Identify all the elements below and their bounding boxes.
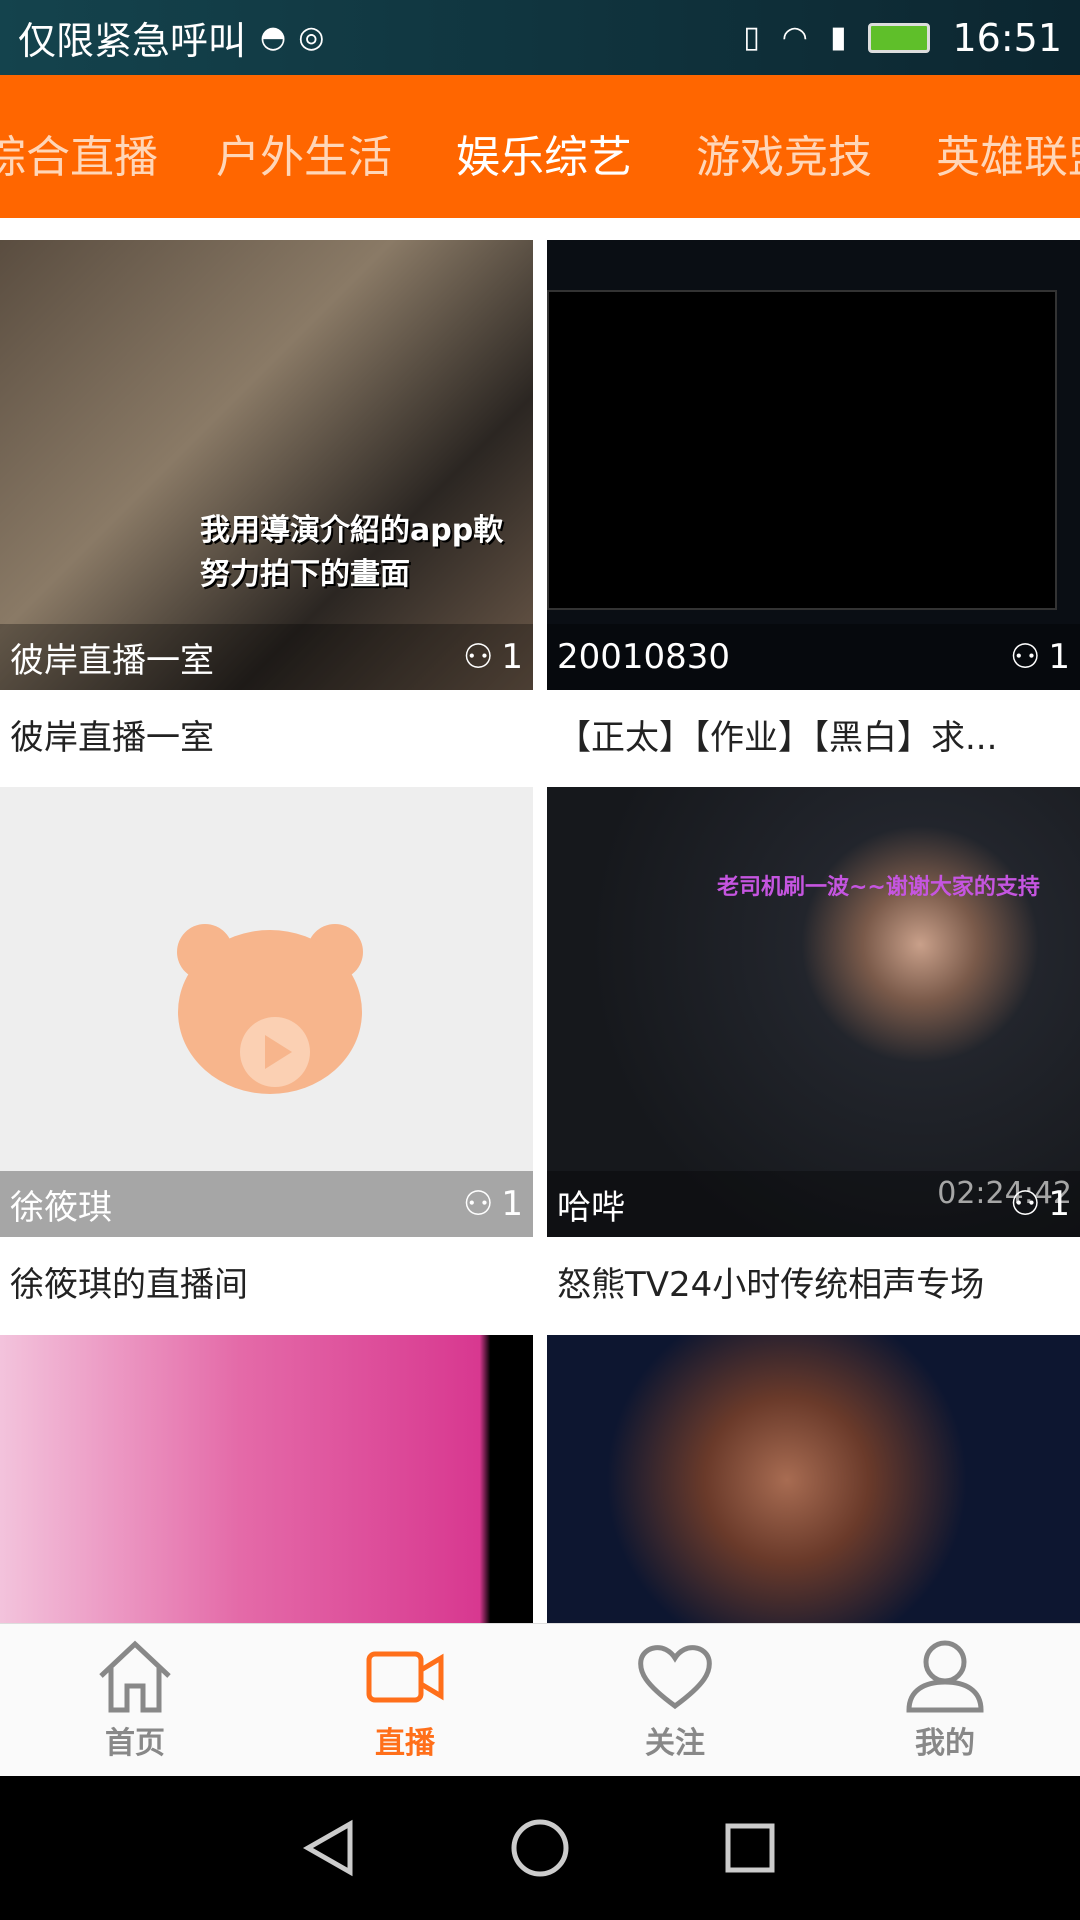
viewers-icon: ⚇ [1009,1184,1041,1224]
home-circle-icon[interactable] [510,1818,570,1878]
viewer-count: 1 [501,1184,523,1224]
viewers-icon: ⚇ [462,1184,494,1224]
system-nav-bar [0,1776,1080,1920]
nav-label: 我的 [915,1726,975,1761]
nav-home[interactable]: 首页 [0,1624,270,1776]
streamer-name: 哈哔 [557,1187,625,1228]
wifi-icon: ◠ [781,20,808,55]
sim-icon: ▮ [829,20,847,55]
nav-label: 关注 [645,1726,705,1761]
streamer-name: 彼岸直播一室 [10,640,214,681]
tab-英雄联盟[interactable]: 英雄联盟 [936,121,1080,185]
stream-thumbnail: 20010830 ⚇ 1 [547,240,1080,690]
sync-icon: ◎ [298,20,325,55]
viewer-count: 1 [1048,637,1070,677]
stream-thumbnail [547,1335,1080,1625]
heart-icon [638,1645,712,1710]
room-title: 徐筱琪的直播间 [10,1265,248,1305]
tab-娱乐综艺[interactable]: 娱乐综艺 [456,121,632,185]
tab-游戏竞技[interactable]: 游戏竞技 [696,121,872,185]
viewer-count: 1 [1048,1184,1070,1224]
viewer-count: 1 [501,637,523,677]
stream-thumbnail: 徐筱琪 ⚇ 1 [0,787,533,1237]
back-icon[interactable] [300,1818,360,1878]
viewers-icon: ⚇ [1009,637,1041,677]
user-icon [906,1640,984,1713]
streamer-name: 20010830 [557,637,731,677]
category-tabs: 综合直播 户外生活 娱乐综艺 游戏竞技 英雄联盟 [0,75,1080,218]
nav-me[interactable]: 我的 [810,1624,1080,1776]
streamer-name: 徐筱琪 [10,1187,112,1228]
room-title: 怒熊TV24小时传统相声专场 [557,1265,985,1305]
stream-thumbnail: 老司机刷一波~~谢谢大家的支持 02:24:42 哈哔 ⚇ 1 [547,787,1080,1237]
room-title: 彼岸直播一室 [10,718,214,758]
vibrate-icon: ▯ [743,20,760,55]
bear-logo-icon [177,924,363,1094]
nav-label: 直播 [375,1726,435,1761]
stream-thumbnail [0,1335,533,1625]
recents-icon[interactable] [720,1818,780,1878]
thumbnail-caption: 我用導演介紹的app軟 努力拍下的畫面 [200,513,504,592]
carrier-text: 仅限紧急呼叫 [18,19,247,63]
status-bar: 仅限紧急呼叫 ◓ ◎ ▯ ◠ ▮ 16:51 [0,0,1080,75]
nav-live[interactable]: 直播 [270,1624,540,1776]
home-icon [99,1640,171,1713]
battery-charging-icon [868,22,931,53]
stream-thumbnail: 我用導演介紹的app軟 努力拍下的畫面 彼岸直播一室 ⚇ 1 [0,240,533,690]
thumbnail-caption: 老司机刷一波~~谢谢大家的支持 [717,875,1040,900]
tab-户外生活[interactable]: 户外生活 [216,121,392,185]
video-camera-icon [366,1651,444,1703]
nav-follow[interactable]: 关注 [540,1624,810,1776]
android-icon: ◓ [260,20,287,55]
tab-综合直播[interactable]: 综合直播 [0,121,158,185]
room-title: 【正太】【作业】【黑白】求... [557,718,998,758]
bottom-nav: 首页 直播 关注 我的 [0,1623,1080,1776]
viewers-icon: ⚇ [462,637,494,677]
nav-label: 首页 [105,1726,165,1761]
clock: 16:51 [952,15,1062,60]
